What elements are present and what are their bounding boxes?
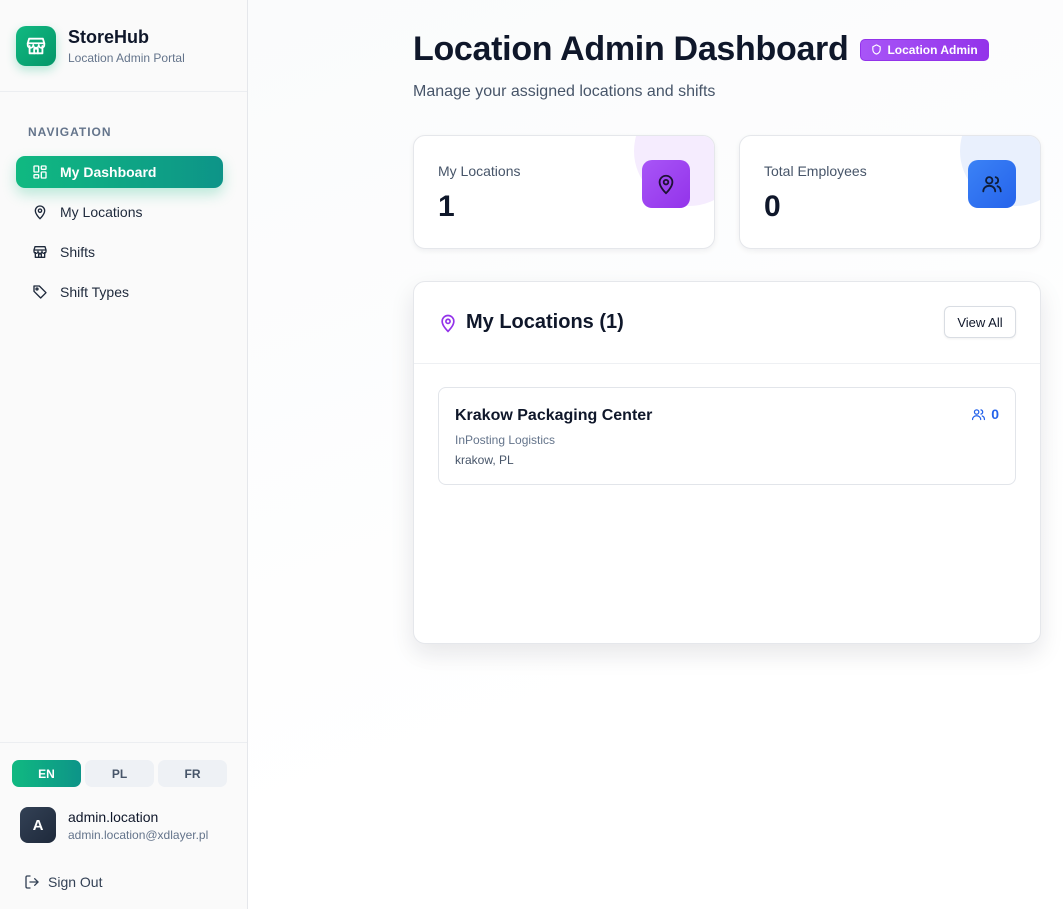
nav-title: NAVIGATION (28, 125, 112, 139)
location-company: InPosting Logistics (455, 433, 556, 447)
stat-card-my-locations: My Locations 1 (413, 135, 715, 249)
users-icon (968, 160, 1016, 208)
sidebar-item-label: My Locations (60, 204, 143, 220)
map-pin-icon (32, 204, 48, 220)
stat-label: My Locations (438, 163, 521, 179)
user-name: admin.location (68, 808, 159, 825)
my-locations-panel: My Locations (1) View All Krakow Packagi… (413, 281, 1041, 644)
sidebar-item-label: Shift Types (60, 284, 130, 300)
sidebar-nav: My Dashboard My Locations Shifts Shift T… (16, 156, 223, 316)
page-subtitle: Manage your assigned locations and shift… (413, 83, 716, 100)
dashboard-icon (32, 164, 48, 180)
employee-count: 0 (971, 406, 999, 422)
shield-icon (871, 44, 882, 55)
lang-pl-button[interactable]: PL (85, 760, 154, 787)
user-email: admin.location@xdlayer.pl (68, 827, 209, 842)
map-pin-icon (642, 160, 690, 208)
tag-icon (32, 284, 48, 300)
logout-icon (24, 874, 40, 890)
page-title: Location Admin Dashboard (413, 30, 849, 68)
stat-card-total-employees: Total Employees 0 (739, 135, 1041, 249)
panel-title: My Locations (1) (466, 311, 624, 333)
sign-out-button[interactable]: Sign Out (24, 874, 102, 890)
sidebar-footer: EN PL FR A admin.location admin.location… (0, 742, 247, 909)
sidebar-item-shifts[interactable]: Shifts (16, 236, 223, 268)
location-name: Krakow Packaging Center (455, 407, 653, 424)
role-badge-label: Location Admin (887, 42, 978, 57)
brand: StoreHub Location Admin Portal (0, 0, 247, 92)
role-badge: Location Admin (860, 38, 989, 61)
sidebar-item-my-dashboard[interactable]: My Dashboard (16, 156, 223, 188)
sidebar-item-label: Shifts (60, 244, 96, 260)
main-content: Location Admin Dashboard Location Admin … (248, 0, 1063, 909)
store-icon (32, 244, 48, 260)
stat-value: 1 (438, 190, 455, 223)
location-card[interactable]: Krakow Packaging Center InPosting Logist… (438, 387, 1016, 485)
user-profile: A admin.location admin.location@xdlayer.… (20, 807, 208, 843)
stat-label: Total Employees (764, 163, 867, 179)
page-header: Location Admin Dashboard Location Admin … (413, 30, 989, 101)
map-pin-icon (438, 313, 458, 333)
avatar: A (20, 807, 56, 843)
lang-en-button[interactable]: EN (12, 760, 81, 787)
store-icon (16, 25, 56, 66)
location-city: krakow, PL (455, 453, 514, 467)
language-switcher: EN PL FR (12, 760, 231, 787)
sidebar: StoreHub Location Admin Portal NAVIGATIO… (0, 0, 248, 909)
sidebar-item-shift-types[interactable]: Shift Types (16, 276, 223, 308)
users-icon (971, 407, 986, 422)
sidebar-item-my-locations[interactable]: My Locations (16, 196, 223, 228)
stat-value: 0 (764, 190, 781, 223)
lang-fr-button[interactable]: FR (158, 760, 227, 787)
sign-out-label: Sign Out (48, 874, 103, 890)
sidebar-item-label: My Dashboard (60, 164, 157, 180)
view-all-button[interactable]: View All (944, 306, 1016, 338)
brand-name: StoreHub (68, 27, 149, 47)
employee-count-value: 0 (991, 406, 999, 422)
brand-subtitle: Location Admin Portal (68, 51, 185, 65)
